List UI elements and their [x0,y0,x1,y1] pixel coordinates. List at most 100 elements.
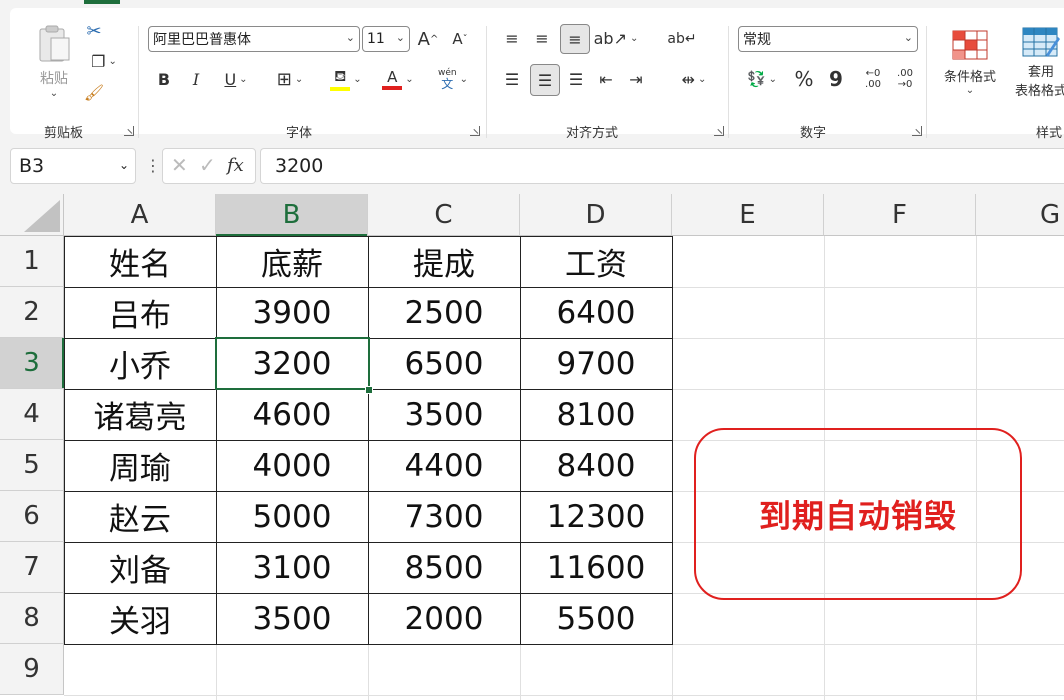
more-options-icon[interactable]: ⋮ [145,156,161,175]
copy-dropdown-icon[interactable]: ⌄ [108,56,116,67]
cell-d7[interactable]: 11600 [520,542,672,593]
cell-a4[interactable]: 诸葛亮 [64,389,216,440]
font-size-combo[interactable]: 11 ⌄ [362,26,410,52]
cell-c7[interactable]: 8500 [368,542,520,593]
fill-handle[interactable] [365,386,373,394]
font-launcher-icon[interactable] [470,126,480,136]
align-right-button[interactable]: ☰ [564,66,588,92]
number-launcher-icon[interactable] [912,126,922,136]
cell-a5[interactable]: 周瑜 [64,440,216,491]
borders-button[interactable]: ⊞ ⌄ [268,66,312,92]
cell-b6[interactable]: 5000 [216,491,368,542]
format-painter-button[interactable]: 🖌 [82,80,106,104]
row-header-4[interactable]: 4 [0,389,64,440]
row-header-9[interactable]: 9 [0,644,64,695]
accounting-format-button[interactable]: 💱 ⌄ [740,66,784,92]
cell-d3[interactable]: 9700 [520,338,672,389]
merge-center-button[interactable]: ⇹ ⌄ [670,66,718,92]
callout-shape[interactable]: 到期自动销毁 [694,428,1022,600]
conditional-format-button[interactable]: 条件格式 ⌄ [936,18,1004,108]
row-header-6[interactable]: 6 [0,491,64,542]
chevron-down-icon[interactable]: ⌄ [119,158,129,172]
cell-c1[interactable]: 提成 [368,236,520,287]
clipboard-launcher-icon[interactable] [124,126,134,136]
formula-input[interactable]: 3200 [260,148,1064,184]
ribbon: 粘贴 ⌄ ✂ ❐ ⌄ 🖌 剪贴板 阿里巴巴普惠体 ⌄ 11 ⌄ A ^ Aˇ B I… [0,0,1064,141]
column-header-a[interactable]: A [64,194,216,236]
row-header-8[interactable]: 8 [0,593,64,644]
cell-c6[interactable]: 7300 [368,491,520,542]
align-left-button[interactable]: ☰ [500,66,524,92]
paste-button[interactable]: 粘贴 ⌄ [28,18,80,104]
cell-a6[interactable]: 赵云 [64,491,216,542]
confirm-icon[interactable]: ✓ [199,153,216,177]
cell-d5[interactable]: 8400 [520,440,672,491]
row-header-1[interactable]: 1 [0,236,64,287]
cancel-icon[interactable]: ✕ [171,153,188,177]
align-top-button[interactable]: ≡ [500,26,524,50]
cell-a1[interactable]: 姓名 [64,236,216,287]
wrap-text-button[interactable]: ab↵ [667,26,696,52]
align-middle-button[interactable]: ≡ [530,26,554,50]
cell-a3[interactable]: 小乔 [64,338,216,389]
row-header-2[interactable]: 2 [0,287,64,338]
cell-b4[interactable]: 4600 [216,389,368,440]
cell-d6[interactable]: 12300 [520,491,672,542]
column-header-c[interactable]: C [368,194,520,236]
name-box[interactable]: B3 ⌄ [10,148,136,184]
increase-indent-button[interactable]: ⇥ [624,66,648,92]
percent-button[interactable]: % [792,66,816,92]
bold-button[interactable]: B [152,66,176,92]
paste-dropdown-icon[interactable]: ⌄ [50,88,58,99]
cell-a2[interactable]: 吕布 [64,287,216,338]
indent-icon: ⇥ [629,69,643,89]
cell-b1[interactable]: 底薪 [216,236,368,287]
row-header-3[interactable]: 3 [0,338,64,389]
column-header-f[interactable]: F [824,194,976,236]
cell-b2[interactable]: 3900 [216,287,368,338]
cell-d8[interactable]: 5500 [520,593,672,644]
cell-a7[interactable]: 刘备 [64,542,216,593]
column-header-d[interactable]: D [520,194,672,236]
decrease-decimal-button[interactable]: .00 →0 [890,64,920,94]
cell-b7[interactable]: 3100 [216,542,368,593]
font-color-button[interactable]: A ⌄ [376,64,420,94]
cell-c4[interactable]: 3500 [368,389,520,440]
cell-b5[interactable]: 4000 [216,440,368,491]
cell-a8[interactable]: 关羽 [64,593,216,644]
cell-c5[interactable]: 4400 [368,440,520,491]
cell-d4[interactable]: 8100 [520,389,672,440]
align-center-button[interactable]: ☰ [530,64,560,96]
column-header-g[interactable]: G [976,194,1064,236]
comma-style-button[interactable]: 9 [824,66,848,92]
cell-c8[interactable]: 2000 [368,593,520,644]
orientation-button[interactable]: ab↗ ⌄ [594,26,639,50]
cell-b8[interactable]: 3500 [216,593,368,644]
alignment-launcher-icon[interactable] [714,126,724,136]
row-header-5[interactable]: 5 [0,440,64,491]
row-header-7[interactable]: 7 [0,542,64,593]
italic-button[interactable]: I [184,66,208,92]
column-header-b[interactable]: B [216,194,368,236]
select-all-triangle-icon [24,200,60,232]
phonetic-button[interactable]: wén 文 ⌄ [430,64,476,94]
underline-button[interactable]: U ⌄ [214,66,258,92]
decrease-font-button[interactable]: Aˇ [448,26,472,52]
cell-d1[interactable]: 工资 [520,236,672,287]
cell-c2[interactable]: 2500 [368,287,520,338]
select-all-corner[interactable] [0,194,64,236]
copy-button[interactable]: ❐ ⌄ [82,50,126,72]
cut-button[interactable]: ✂ [82,20,106,42]
font-name-combo[interactable]: 阿里巴巴普惠体 ⌄ [148,26,360,52]
decrease-indent-button[interactable]: ⇤ [594,66,618,92]
fill-color-button[interactable]: ⛾ ⌄ [324,64,368,94]
number-format-combo[interactable]: 常规 ⌄ [738,26,918,52]
column-header-e[interactable]: E [672,194,824,236]
increase-font-button[interactable]: A ^ [416,26,440,52]
table-format-button[interactable]: 套用 表格格式 [1006,18,1064,108]
align-bottom-button[interactable]: ≡ [560,24,590,54]
cell-d2[interactable]: 6400 [520,287,672,338]
insert-function-icon[interactable]: fx [227,155,244,176]
cell-c3[interactable]: 6500 [368,338,520,389]
increase-decimal-button[interactable]: ←0.00 [858,64,888,94]
